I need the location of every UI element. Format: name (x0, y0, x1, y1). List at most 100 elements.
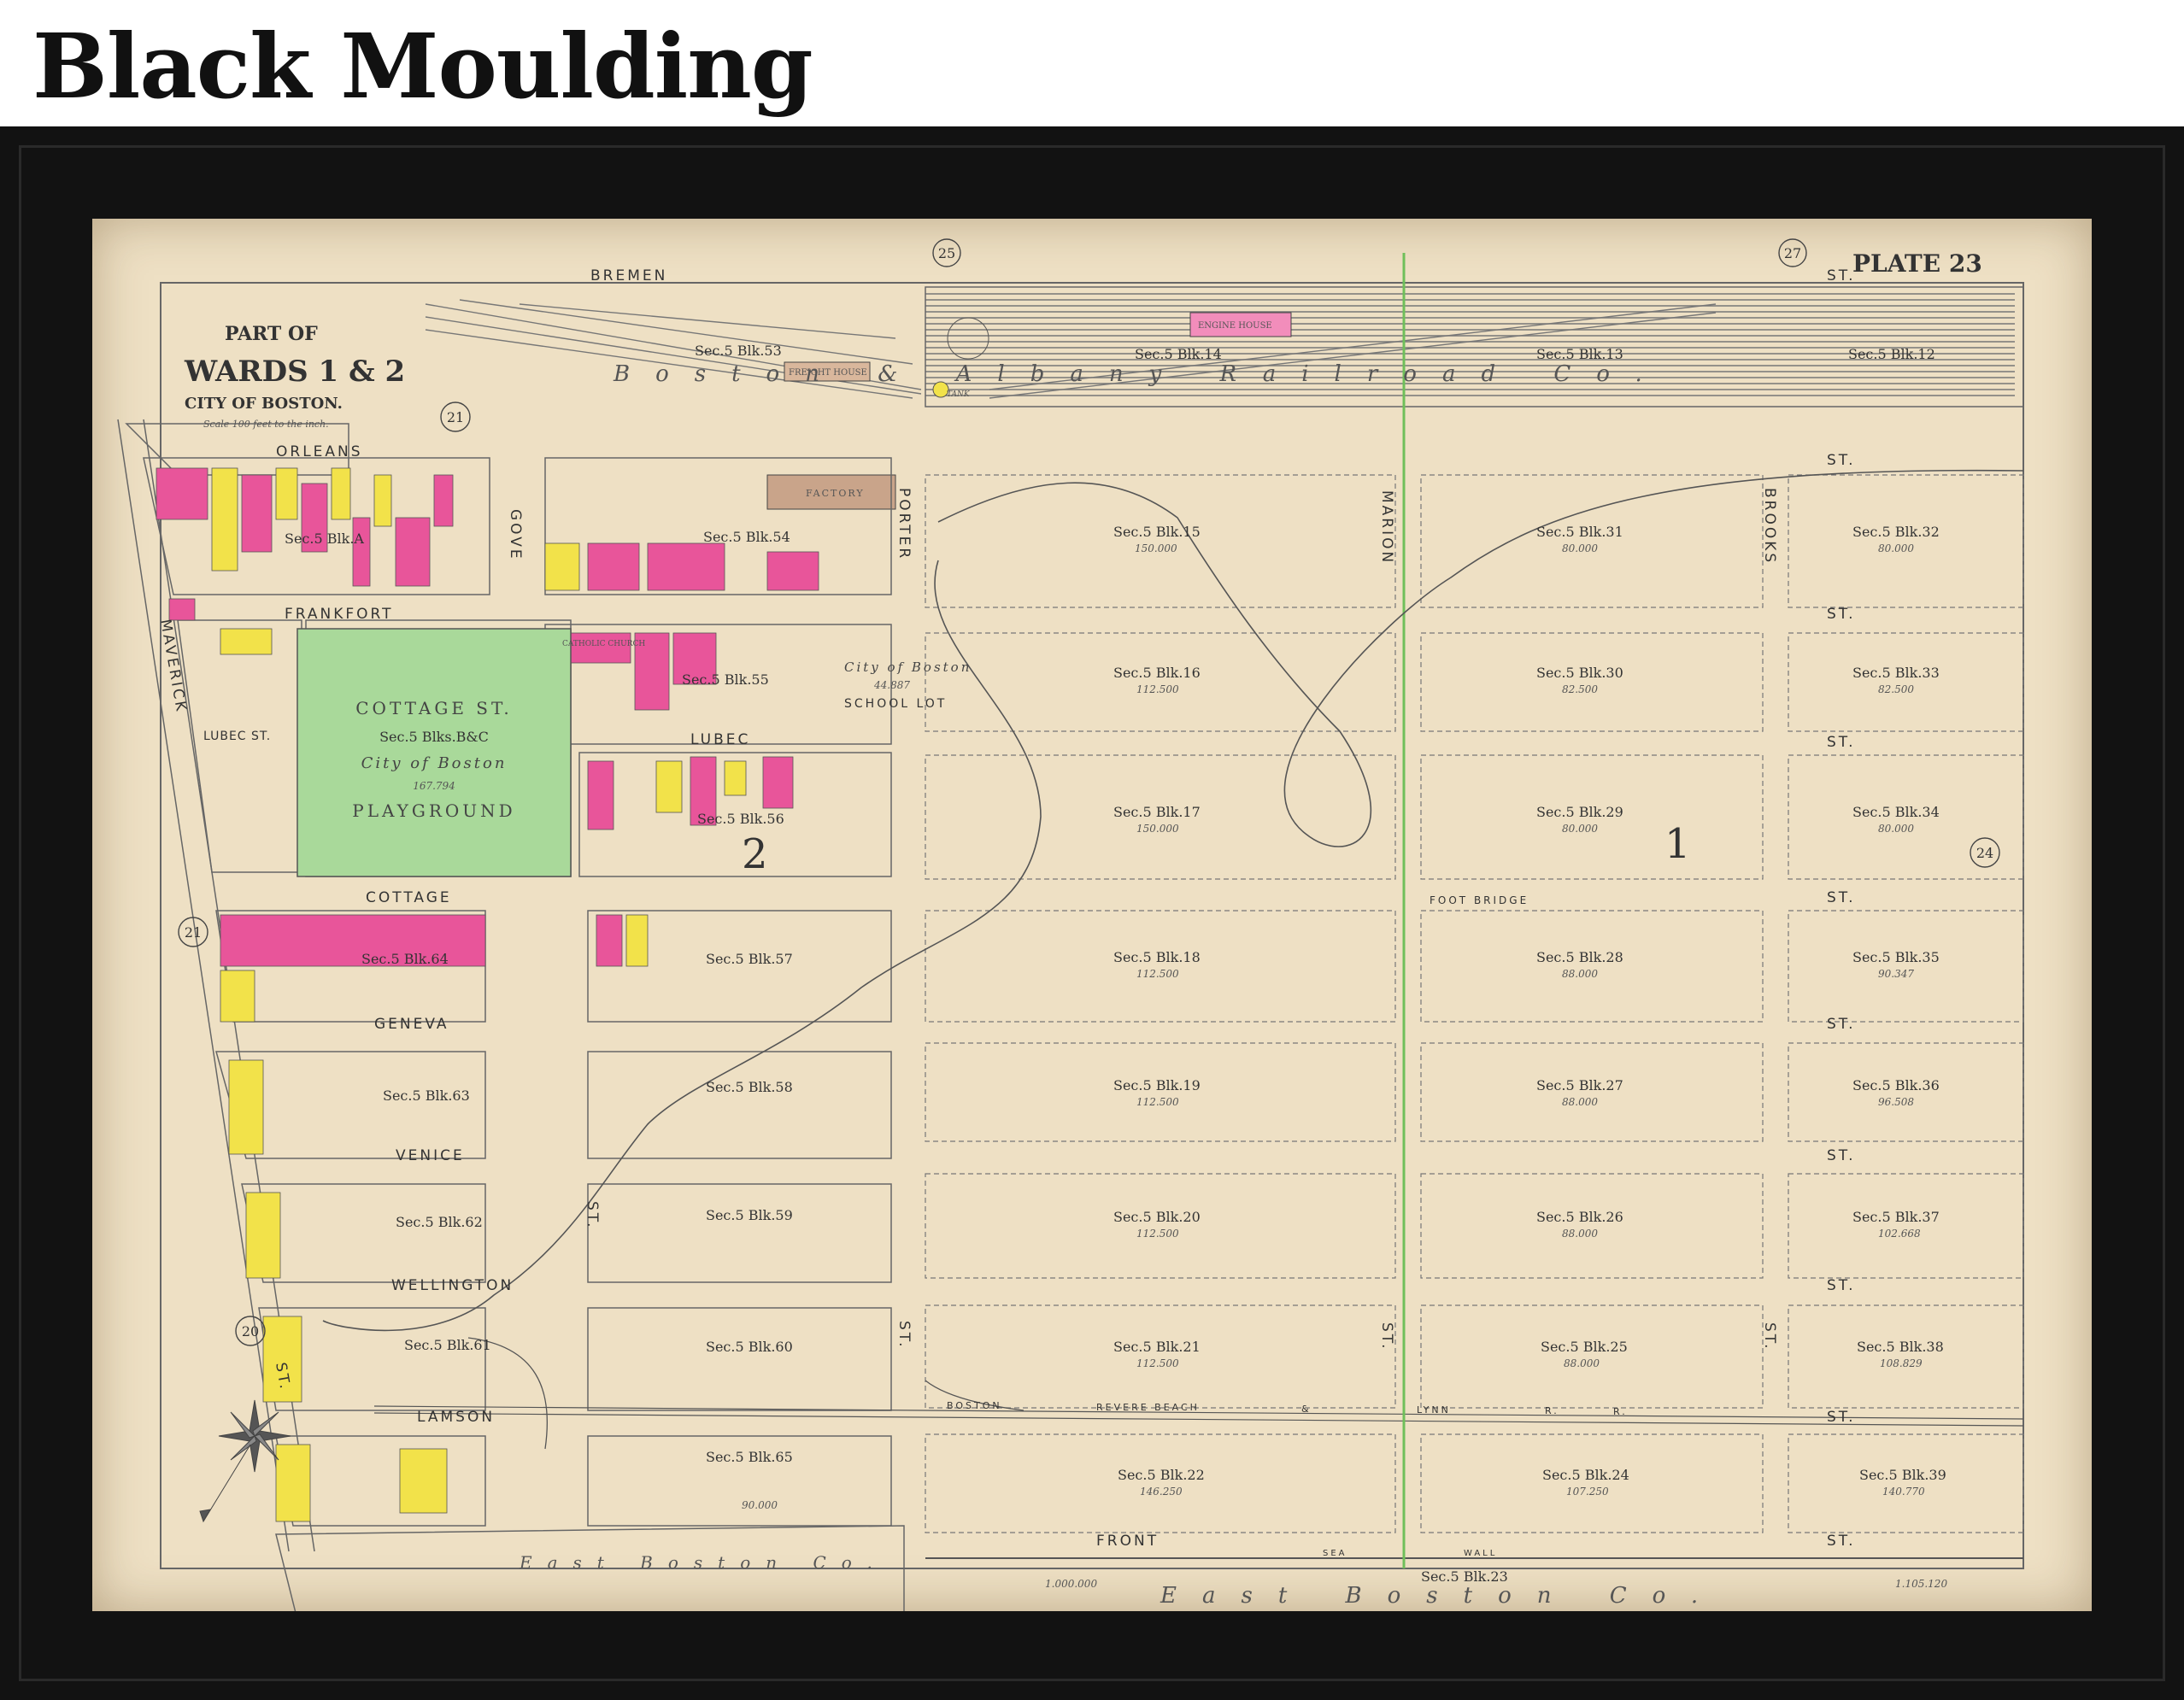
street-marion: MARION (1378, 490, 1395, 565)
grid-block-area: 112.500 (1136, 1228, 1179, 1240)
grid-block-area: 112.500 (1136, 968, 1179, 980)
grid-block-area: 82.500 (1878, 683, 1914, 695)
grid-block-area: 150.000 (1136, 823, 1179, 835)
grid-block-label: Sec.5 Blk.25 (1541, 1339, 1628, 1355)
grid-block-label: Sec.5 Blk.24 (1542, 1467, 1629, 1483)
park-label-3: City of Boston (361, 754, 508, 772)
grid-block-label: Sec.5 Blk.32 (1852, 524, 1940, 540)
grid-block-area: 112.500 (1136, 1096, 1179, 1108)
grid-block-label: Sec.5 Blk.27 (1536, 1077, 1623, 1093)
park-label-4: 167.794 (413, 780, 455, 792)
grid-block-area: 150.000 (1135, 542, 1177, 554)
school-line-3: SCHOOL LOT (844, 697, 947, 711)
left-block-label: Sec.5 Blk.55 (682, 671, 769, 688)
map-scale: Scale 100 feet to the inch. (203, 419, 329, 430)
street-front: FRONT (1096, 1533, 1159, 1550)
big-ward-1: 1 (1664, 820, 1691, 868)
grid-block-area: 88.000 (1564, 1357, 1600, 1369)
header: Black Moulding (0, 0, 2184, 126)
ward-24: 24 (1976, 845, 1993, 861)
map-title-line1: PART OF (225, 323, 318, 345)
rr-label-boston: BOSTON (947, 1400, 1002, 1411)
catholic-church-label: CATHOLIC CHURCH (562, 640, 645, 648)
grid-blocks (925, 474, 2024, 1533)
street-porter-st: ST. (895, 1321, 913, 1350)
left-block-area: 90.000 (742, 1499, 778, 1511)
rr-label-r2: R. (1613, 1406, 1628, 1417)
street-frankfort-st: ST. (1827, 606, 1856, 623)
ward-20: 20 (242, 1323, 259, 1339)
street-front-st: ST. (1827, 1533, 1856, 1550)
grid-block-label: Sec.5 Blk.33 (1852, 665, 1940, 681)
street-brooks: BROOKS (1761, 488, 1778, 565)
ward-21-left: 21 (185, 924, 202, 941)
street-lamson: LAMSON (417, 1409, 495, 1426)
grid-block-area: 90.347 (1878, 968, 1914, 980)
grid-block-label: Sec.5 Blk.28 (1536, 949, 1623, 965)
grid-block-label: Sec.5 Blk.26 (1536, 1209, 1623, 1225)
street-gove: GOVE (507, 509, 524, 561)
grid-block-area: 80.000 (1562, 823, 1598, 835)
rr-label-amp: & (1301, 1404, 1312, 1415)
grid-block-label: Sec.5 Blk.30 (1536, 665, 1623, 681)
street-wellington: WELLINGTON (391, 1277, 514, 1294)
tank-label: TANK (947, 390, 971, 399)
left-block-label: Sec.5 Blk.54 (703, 529, 790, 545)
grid-block-label: Sec.5 Blk.19 (1113, 1077, 1201, 1093)
ward-25: 25 (938, 245, 955, 261)
grid-block-area: 80.000 (1562, 542, 1598, 554)
park-label-5: PLAYGROUND (352, 800, 515, 821)
factory-label: FACTORY (806, 488, 865, 499)
bottom-area-left: 1.000.000 (1045, 1578, 1097, 1590)
street-frankfort: FRANKFORT (285, 606, 394, 623)
colored-lots (156, 467, 819, 1522)
street-porter: PORTER (895, 488, 913, 560)
grid-block-label: Sec.5 Blk.21 (1113, 1339, 1201, 1355)
street-brooks-st: ST. (1761, 1322, 1778, 1351)
grid-block-label: Sec.5 Blk.38 (1857, 1339, 1944, 1355)
ward-21-top: 21 (447, 409, 464, 425)
grid-block-area: 96.508 (1878, 1096, 1914, 1108)
grid-block-area: 108.829 (1880, 1357, 1923, 1369)
page-title: Black Moulding (32, 14, 813, 119)
playground-park (296, 628, 572, 877)
street-marion-st: ST. (1378, 1322, 1395, 1351)
grid-block-label: Sec.5 Blk.35 (1852, 949, 1940, 965)
left-block-label: Sec.5 Blk.56 (697, 811, 784, 827)
grid-block-label: Sec.5 Blk.39 (1859, 1467, 1946, 1483)
grid-block-area: 80.000 (1878, 542, 1914, 554)
rr-label-r1: R. (1545, 1405, 1559, 1416)
street-bremen: BREMEN (590, 267, 667, 284)
grid-block-label: Sec.5 Blk.36 (1852, 1077, 1940, 1093)
park-label-2: Sec.5 Blks.B&C (379, 729, 489, 745)
street-gove-st: ST. (584, 1201, 601, 1230)
left-block-label: Sec.5 Blk.58 (706, 1079, 793, 1095)
street-venice: VENICE (396, 1147, 465, 1164)
street-bremen-st: ST. (1827, 267, 1856, 284)
grid-block-label: Sec.5 Blk.20 (1113, 1209, 1201, 1225)
street-lubec-st: LUBEC ST. (203, 730, 271, 743)
rail-block-label: Sec.5 Blk.13 (1536, 346, 1623, 362)
map-canvas: ENGINE HOUSE FREIGHT HOUSE FACTORY TANK (117, 238, 2024, 1611)
grid-block-label: Sec.5 Blk.22 (1118, 1467, 1205, 1483)
grid-block-area: 112.500 (1136, 1357, 1179, 1369)
grid-block-label: Sec.5 Blk.34 (1852, 804, 1940, 820)
rr-track-2 (373, 1412, 2024, 1427)
owner-boston-albany-rr: Boston & Albany Railroad Co. (613, 361, 1668, 387)
street-cottage: COTTAGE (366, 889, 452, 906)
grid-block-area: 88.000 (1562, 1228, 1598, 1240)
grid-block-labels: Sec.5 Blk.15 150.000 Sec.5 Blk.31 80.000… (1113, 524, 1946, 1498)
bottom-area-right: 1.105.120 (1895, 1578, 1947, 1590)
grid-block-area: 140.770 (1882, 1486, 1925, 1498)
left-block-label: Sec.5 Blk.61 (404, 1337, 491, 1353)
school-line-1: City of Boston (844, 659, 972, 675)
street-orleans: ORLEANS (276, 443, 363, 460)
ward-27: 27 (1784, 245, 1801, 261)
map-print: ENGINE HOUSE FREIGHT HOUSE FACTORY TANK (92, 219, 2092, 1611)
owner-east-boston-bottom: East Boston Co. (1160, 1583, 1723, 1609)
left-block-label: Sec.5 Blk.A (285, 531, 364, 547)
street-lubec: LUBEC (690, 731, 750, 748)
left-block-label: Sec.5 Blk.53 (695, 343, 782, 359)
street-wellington-st: ST. (1827, 1277, 1856, 1294)
street-geneva-st: ST. (1827, 1016, 1856, 1033)
